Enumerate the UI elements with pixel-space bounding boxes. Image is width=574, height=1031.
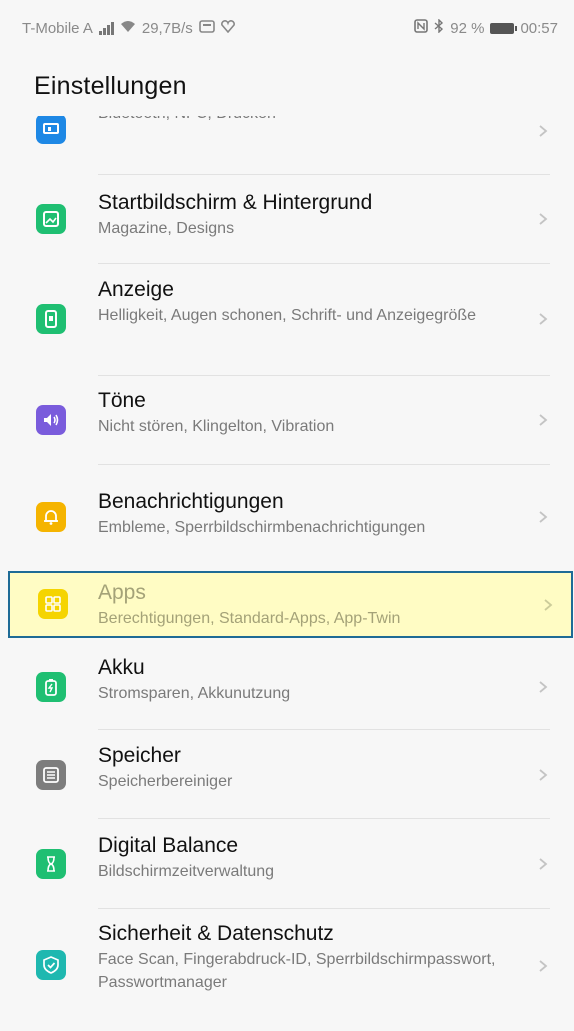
- page-title: Einstellungen: [34, 71, 187, 100]
- settings-item-digital-balance[interactable]: Digital Balance Bildschirmzeitverwaltung: [0, 819, 574, 908]
- chevron-right-icon: [539, 960, 548, 972]
- chevron-right-icon: [539, 313, 548, 325]
- settings-item-subtitle: Stromsparen, Akkunutzung: [98, 685, 291, 702]
- settings-item-battery[interactable]: Akku Stromsparen, Akkunutzung: [0, 641, 574, 729]
- settings-item-title: Apps: [98, 581, 146, 604]
- signal-icon: [98, 21, 114, 35]
- settings-item-display[interactable]: Anzeige Helligkeit, Augen schonen, Schri…: [0, 264, 574, 375]
- settings-item-security-privacy[interactable]: Sicherheit & Datenschutz Face Scan, Fing…: [0, 909, 574, 1031]
- settings-item-title: Anzeige: [98, 278, 174, 301]
- settings-item-subtitle: Nicht stören, Klingelton, Vibration: [98, 418, 335, 435]
- settings-item-subtitle: Speicherbereiniger: [98, 773, 233, 790]
- settings-item-title: Speicher: [98, 744, 181, 767]
- storage-icon: [36, 760, 66, 790]
- chevron-right-icon: [539, 414, 548, 426]
- settings-item-title: Benachrichtigungen: [98, 490, 284, 513]
- settings-item-subtitle: Bluetooth, NFC, Drucken: [98, 116, 514, 125]
- settings-item-title: Sicherheit & Datenschutz: [98, 922, 334, 945]
- settings-item-title: Startbildschirm & Hintergrund: [98, 191, 373, 214]
- settings-item-title: Töne: [98, 389, 146, 412]
- battery-icon: [36, 672, 66, 702]
- settings-item-subtitle: Bildschirmzeitverwaltung: [98, 863, 275, 880]
- heart-icon: [220, 19, 235, 37]
- bell-icon: [36, 502, 66, 532]
- chevron-right-icon: [539, 858, 548, 870]
- status-bar-right: 92 % 00:57: [414, 18, 558, 37]
- status-bar-left: T-Mobile A 29,7B/s: [22, 20, 235, 37]
- devices-icon: [36, 116, 66, 144]
- wifi-icon: [120, 20, 136, 37]
- chevron-right-icon: [539, 681, 548, 693]
- wallpaper-icon: [36, 204, 66, 234]
- settings-item-sounds[interactable]: Töne Nicht stören, Klingelton, Vibration: [0, 376, 574, 464]
- chevron-right-icon: [544, 599, 553, 611]
- battery-icon: [490, 22, 518, 34]
- carrier-label: T-Mobile A: [22, 19, 93, 37]
- chevron-right-icon: [539, 125, 548, 137]
- notification-icon: [198, 19, 215, 37]
- settings-item-subtitle: Magazine, Designs: [98, 220, 235, 237]
- settings-item-subtitle: Helligkeit, Augen schonen, Schrift- und …: [98, 307, 477, 324]
- settings-item-storage[interactable]: Speicher Speicherbereiniger: [0, 730, 574, 818]
- settings-item-subtitle: Face Scan, Fingerabdruck-ID, Sperrbildsc…: [98, 951, 496, 991]
- clock: 00:57: [520, 19, 558, 37]
- hourglass-icon: [36, 849, 66, 879]
- settings-item-home-wallpaper[interactable]: Startbildschirm & Hintergrund Magazine, …: [0, 175, 574, 263]
- settings-item-subtitle: Berechtigungen, Standard-Apps, App-Twin: [98, 610, 401, 627]
- chevron-right-icon: [539, 769, 548, 781]
- settings-item-subtitle: Embleme, Sperrbildschirmbenachrichtigung…: [98, 519, 426, 536]
- display-icon: [36, 304, 66, 334]
- settings-item-connected-devices[interactable]: Bluetooth, NFC, Drucken: [0, 116, 574, 178]
- settings-item-title: Akku: [98, 656, 145, 679]
- nfc-icon: [414, 19, 429, 37]
- settings-item-apps[interactable]: Apps Berechtigungen, Standard-Apps, App-…: [8, 571, 573, 638]
- shield-icon: [36, 950, 66, 980]
- status-bar: T-Mobile A 29,7B/s 92 % 00:57: [0, 0, 574, 56]
- app-header: Einstellungen: [0, 56, 574, 116]
- battery-percent: 92 %: [450, 19, 485, 37]
- chevron-right-icon: [539, 213, 548, 225]
- settings-item-title: Digital Balance: [98, 834, 239, 857]
- settings-list[interactable]: Bluetooth, NFC, Drucken Startbildschirm …: [0, 116, 574, 1031]
- speaker-icon: [36, 405, 66, 435]
- network-speed: 29,7B/s: [141, 19, 193, 37]
- apps-grid-icon: [38, 589, 68, 619]
- chevron-right-icon: [539, 511, 548, 523]
- bluetooth-icon: [434, 18, 444, 37]
- settings-item-notifications[interactable]: Benachrichtigungen Embleme, Sperrbildsch…: [0, 465, 574, 567]
